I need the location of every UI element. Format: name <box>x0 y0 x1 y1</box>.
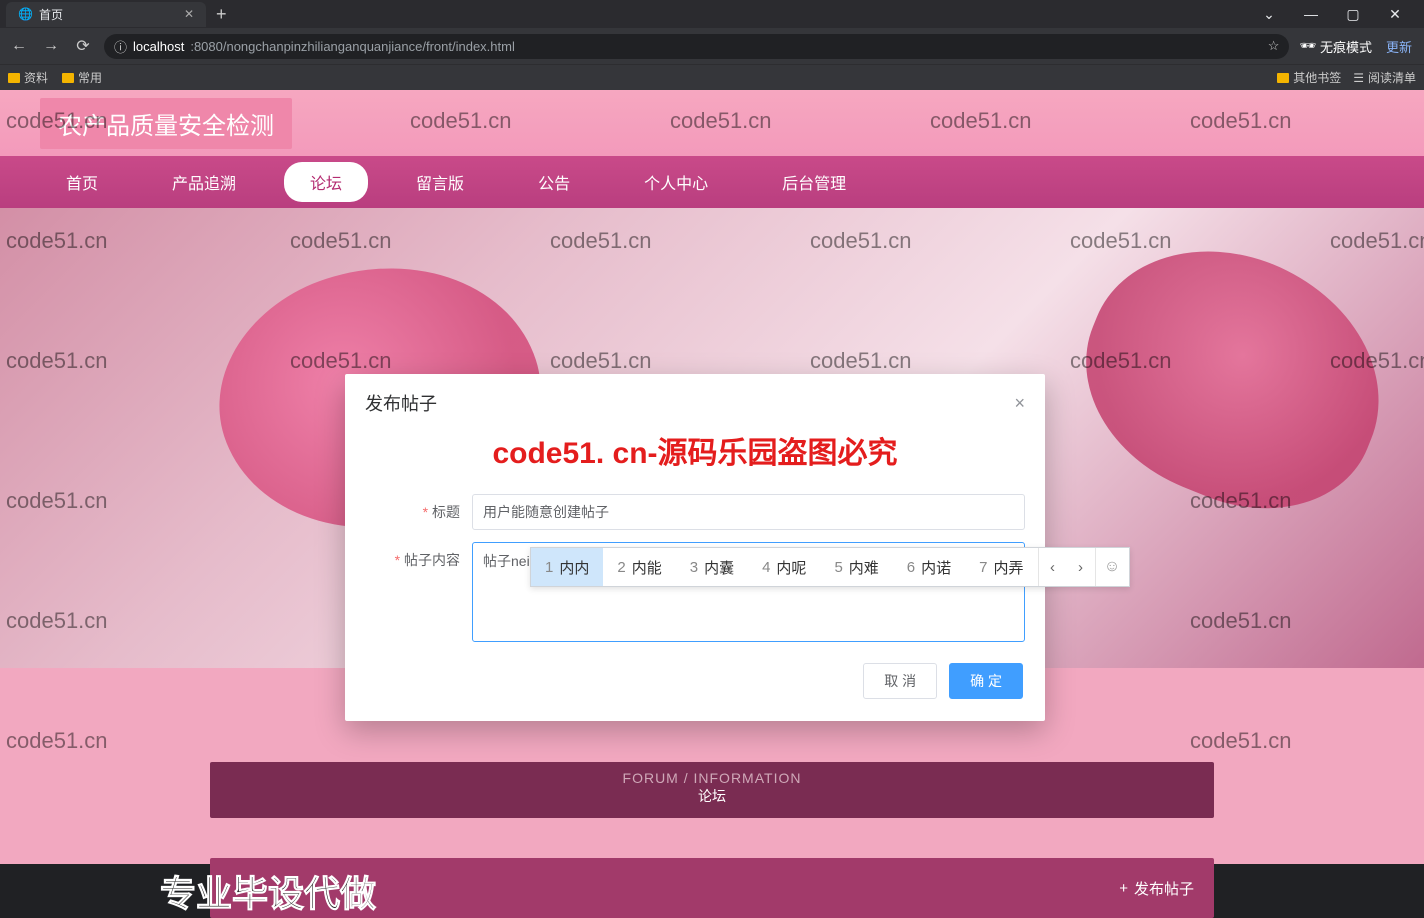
bookmark-folder-changyong[interactable]: 常用 <box>62 69 102 86</box>
ime-pager: ‹ › <box>1038 548 1095 586</box>
globe-icon: 🌐 <box>18 7 33 21</box>
tab-title: 首页 <box>39 6 63 23</box>
form-row-title: 标题 <box>345 488 1045 536</box>
bookmarks-bar: 资料 常用 其他书签 ☰阅读清单 <box>0 64 1424 90</box>
tab-strip: 🌐 首页 ✕ + ⌄ — ▢ ✕ <box>0 0 1424 28</box>
window-controls: ⌄ — ▢ ✕ <box>1254 6 1418 23</box>
site-header: 农产品质量安全检测 <box>0 90 1424 156</box>
window-maximize-button[interactable]: ▢ <box>1338 6 1368 23</box>
window-minimize-button[interactable]: — <box>1296 6 1326 23</box>
folder-icon <box>1277 73 1289 83</box>
forum-title-en: FORUM / INFORMATION <box>210 770 1214 786</box>
window-dropdown-icon[interactable]: ⌄ <box>1254 6 1284 23</box>
nav-home[interactable]: 首页 <box>40 162 124 202</box>
other-bookmarks[interactable]: 其他书签 <box>1277 69 1341 86</box>
forum-title-zh: 论坛 <box>210 786 1214 806</box>
site-info-icon[interactable]: ⓘ <box>114 37 127 56</box>
reload-button[interactable]: ⟳ <box>72 35 94 57</box>
ime-candidate-6[interactable]: 6内诺 <box>893 548 965 586</box>
update-button[interactable]: 更新 <box>1382 37 1416 56</box>
bookmark-folder-ziliao[interactable]: 资料 <box>8 69 48 86</box>
ime-prev-button[interactable]: ‹ <box>1039 559 1067 576</box>
url-host: localhost <box>133 39 184 54</box>
site-title: 农产品质量安全检测 <box>40 98 292 149</box>
nav-notice[interactable]: 公告 <box>512 162 596 202</box>
nav-trace[interactable]: 产品追溯 <box>146 162 262 202</box>
ime-emoji-button[interactable]: ☺ <box>1095 548 1129 586</box>
folder-icon <box>62 73 74 83</box>
ime-candidate-4[interactable]: 4内呢 <box>748 548 820 586</box>
modal-close-button[interactable]: × <box>1014 393 1025 414</box>
ime-candidate-3[interactable]: 3内囊 <box>676 548 748 586</box>
modal-title: 发布帖子 <box>365 390 437 416</box>
reading-list[interactable]: ☰阅读清单 <box>1353 69 1416 86</box>
back-button[interactable]: ← <box>8 35 30 57</box>
ime-candidate-1[interactable]: 1内内 <box>531 548 603 586</box>
label-content: 帖子内容 <box>365 542 460 570</box>
publish-label: 发布帖子 <box>1134 878 1194 899</box>
incognito-label: 无痕模式 <box>1320 37 1372 56</box>
nav-forum[interactable]: 论坛 <box>284 162 368 202</box>
nav-admin[interactable]: 后台管理 <box>756 162 872 202</box>
promo-caption: 专业毕设代做 <box>160 865 376 917</box>
main-nav: 首页 产品追溯 论坛 留言版 公告 个人中心 后台管理 <box>0 156 1424 208</box>
cancel-button[interactable]: 取 消 <box>863 663 937 699</box>
folder-icon <box>8 73 20 83</box>
ime-candidate-5[interactable]: 5内难 <box>820 548 892 586</box>
incognito-indicator[interactable]: 🕶 无痕模式 <box>1299 37 1372 56</box>
browser-tab[interactable]: 🌐 首页 ✕ <box>6 2 206 27</box>
address-bar: ← → ⟳ ⓘ localhost :8080/nongchanpinzhilia… <box>0 28 1424 64</box>
new-tab-button[interactable]: + <box>206 4 237 25</box>
nav-personal[interactable]: 个人中心 <box>618 162 734 202</box>
input-title[interactable] <box>472 494 1025 530</box>
ime-candidate-7[interactable]: 7内弄 <box>965 548 1037 586</box>
ime-next-button[interactable]: › <box>1067 559 1095 576</box>
list-icon: ☰ <box>1353 71 1364 85</box>
modal-footer: 取 消 确 定 <box>345 653 1045 705</box>
tab-close-icon[interactable]: ✕ <box>184 7 194 21</box>
plus-icon: + <box>1119 880 1128 897</box>
url-input[interactable]: ⓘ localhost :8080/nongchanpinzhilianganqu… <box>104 34 1289 59</box>
forward-button[interactable]: → <box>40 35 62 57</box>
nav-guestbook[interactable]: 留言版 <box>390 162 490 202</box>
publish-post-button[interactable]: + 发布帖子 <box>1119 878 1194 899</box>
label-title: 标题 <box>365 502 460 522</box>
modal-header: 发布帖子 × <box>345 374 1045 424</box>
browser-chrome: 🌐 首页 ✕ + ⌄ — ▢ ✕ ← → ⟳ ⓘ localhost :8080/… <box>0 0 1424 90</box>
ime-candidate-2[interactable]: 2内能 <box>603 548 675 586</box>
decor-petal <box>1050 211 1418 546</box>
url-path: :8080/nongchanpinzhilianganquanjiance/fr… <box>190 39 515 54</box>
incognito-icon: 🕶 <box>1299 38 1316 54</box>
forum-section-title: FORUM / INFORMATION 论坛 <box>210 762 1214 818</box>
ime-candidate-bar[interactable]: 1内内 2内能 3内囊 4内呢 5内难 6内诺 7内弄 ‹ › ☺ <box>530 547 1130 587</box>
confirm-button[interactable]: 确 定 <box>949 663 1023 699</box>
watermark-overlay: code51. cn-源码乐园盗图必究 <box>345 424 1045 488</box>
window-close-button[interactable]: ✕ <box>1380 6 1410 23</box>
star-icon[interactable]: ☆ <box>1268 38 1280 54</box>
